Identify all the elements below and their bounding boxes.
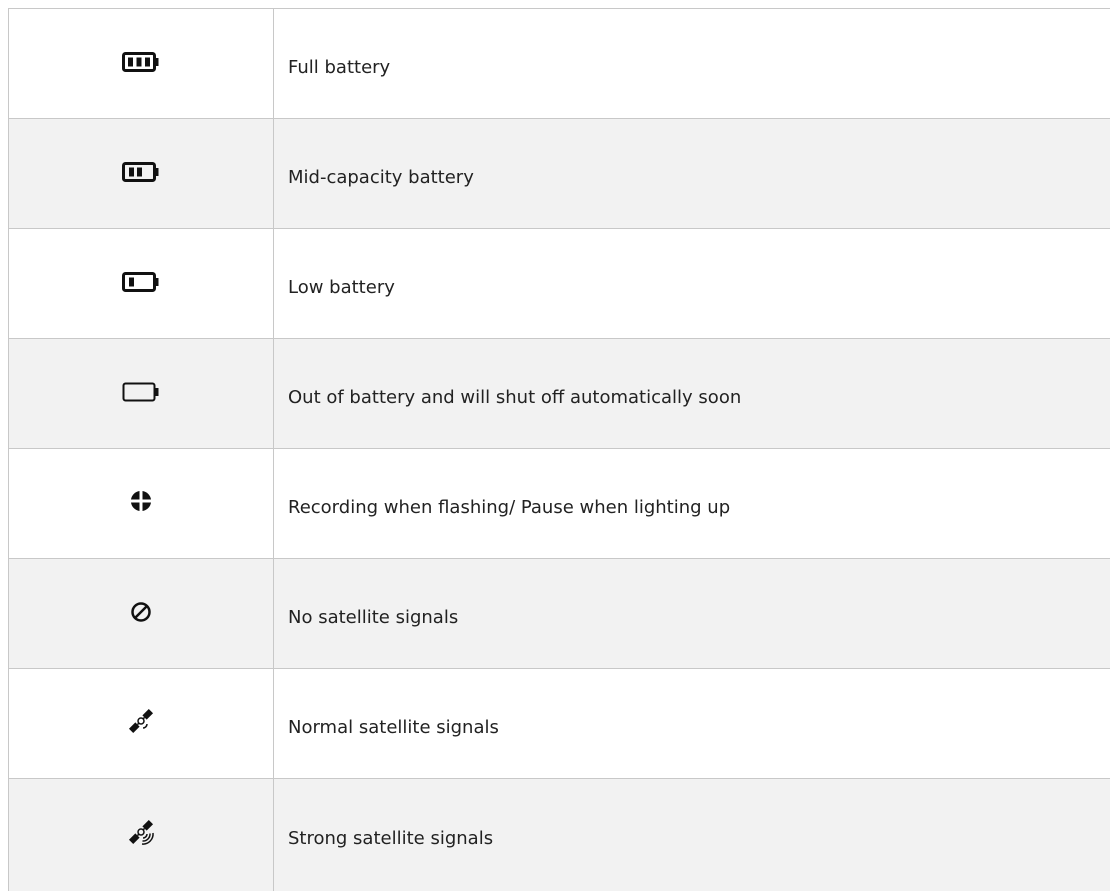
description-cell: Mid-capacity battery [273, 118, 1110, 229]
table-row: Out of battery and will shut off automat… [8, 338, 1110, 449]
icon-cell [8, 8, 274, 119]
icon-cell [8, 338, 274, 449]
recording-icon [129, 489, 153, 513]
table-row: Full battery [8, 8, 1110, 119]
battery-mid-icon [122, 161, 160, 182]
table-row: No satellite signals [8, 558, 1110, 669]
table-row: Recording when flashing/ Pause when ligh… [8, 448, 1110, 559]
description-cell: Full battery [273, 8, 1110, 119]
satellite-normal-icon [126, 706, 156, 736]
icon-cell [8, 448, 274, 559]
icon-cell [8, 228, 274, 339]
description-cell: No satellite signals [273, 558, 1110, 669]
battery-full-icon [122, 51, 160, 72]
satellite-strong-icon [126, 817, 156, 847]
description-cell: Low battery [273, 228, 1110, 339]
icon-legend-table: Full battery Mid-capacity battery Low ba… [8, 8, 1110, 891]
battery-low-icon [122, 271, 160, 292]
description-cell: Recording when flashing/ Pause when ligh… [273, 448, 1110, 559]
icon-cell [8, 778, 274, 891]
table-row: Strong satellite signals [8, 778, 1110, 891]
battery-empty-icon [122, 382, 160, 402]
description-cell: Normal satellite signals [273, 668, 1110, 779]
table-row: Normal satellite signals [8, 668, 1110, 779]
description-cell: Strong satellite signals [273, 778, 1110, 891]
table-row: Mid-capacity battery [8, 118, 1110, 229]
table-row: Low battery [8, 228, 1110, 339]
description-cell: Out of battery and will shut off automat… [273, 338, 1110, 449]
icon-cell [8, 668, 274, 779]
no-signal-icon [130, 601, 152, 623]
icon-cell [8, 558, 274, 669]
icon-cell [8, 118, 274, 229]
